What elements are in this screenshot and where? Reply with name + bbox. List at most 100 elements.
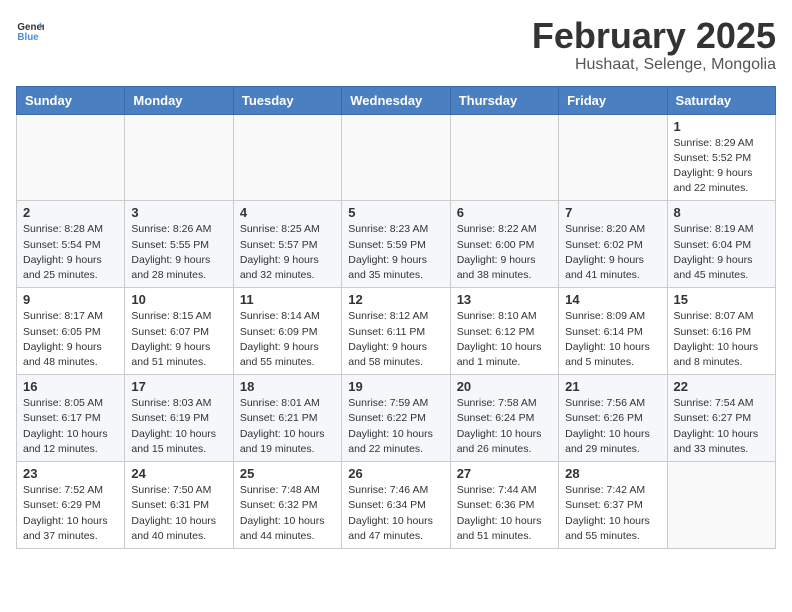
calendar-cell: 19Sunrise: 7:59 AM Sunset: 6:22 PM Dayli… <box>342 375 450 462</box>
day-info: Sunrise: 8:10 AM Sunset: 6:12 PM Dayligh… <box>457 309 552 370</box>
calendar-cell: 23Sunrise: 7:52 AM Sunset: 6:29 PM Dayli… <box>17 462 125 549</box>
day-info: Sunrise: 8:09 AM Sunset: 6:14 PM Dayligh… <box>565 309 660 370</box>
calendar-cell: 11 Sunrise: 8:14 AM Sunset: 6:09 PM Dayli… <box>233 288 341 375</box>
day-info: Sunrise: 8:03 AM Sunset: 6:19 PM Dayligh… <box>131 396 226 457</box>
calendar-cell: 20 Sunrise: 7:58 AM Sunset: 6:24 PM Dayli… <box>450 375 558 462</box>
calendar-cell: 25 Sunrise: 7:48 AM Sunset: 6:32 PM Dayli… <box>233 462 341 549</box>
calendar-cell: 18 Sunrise: 8:01 AM Sunset: 6:21 PM Dayli… <box>233 375 341 462</box>
day-info: Sunrise: 7:54 AM Sunset: 6:27 PM Dayligh… <box>674 396 769 457</box>
day-number: 14 <box>565 292 660 307</box>
calendar-cell: 27 Sunrise: 7:44 AM Sunset: 6:36 PM Dayli… <box>450 462 558 549</box>
calendar-cell: 15 Sunrise: 8:07 AM Sunset: 6:16 PM Dayli… <box>667 288 775 375</box>
calendar-cell <box>450 114 558 201</box>
day-info: Sunrise: 8:01 AM Sunset: 6:21 PM Dayligh… <box>240 396 335 457</box>
day-number: 6 <box>457 205 552 220</box>
day-number: 12 <box>348 292 443 307</box>
calendar-cell: 10 Sunrise: 8:15 AM Sunset: 6:07 PM Dayli… <box>125 288 233 375</box>
day-number: 27 <box>457 466 552 481</box>
calendar-cell: 12 Sunrise: 8:12 AM Sunset: 6:11 PM Dayli… <box>342 288 450 375</box>
calendar-cell: 3 Sunrise: 8:26 AM Sunset: 5:55 PM Daylig… <box>125 201 233 288</box>
day-info: Sunrise: 8:22 AM Sunset: 6:00 PM Dayligh… <box>457 222 552 283</box>
day-info: Sunrise: 8:20 AM Sunset: 6:02 PM Dayligh… <box>565 222 660 283</box>
day-info: Sunrise: 8:17 AM Sunset: 6:05 PM Dayligh… <box>23 309 118 370</box>
calendar-cell: 21 Sunrise: 7:56 AM Sunset: 6:26 PM Dayli… <box>559 375 667 462</box>
svg-text:Blue: Blue <box>17 32 39 43</box>
day-info: Sunrise: 8:23 AM Sunset: 5:59 PM Dayligh… <box>348 222 443 283</box>
day-number: 22 <box>674 379 769 394</box>
day-info: Sunrise: 8:05 AM Sunset: 6:17 PM Dayligh… <box>23 396 118 457</box>
calendar-week-row: 16Sunrise: 8:05 AM Sunset: 6:17 PM Dayli… <box>17 375 776 462</box>
day-info: Sunrise: 8:26 AM Sunset: 5:55 PM Dayligh… <box>131 222 226 283</box>
day-number: 11 <box>240 292 335 307</box>
logo-icon: General Blue <box>16 16 44 44</box>
calendar-cell: 13Sunrise: 8:10 AM Sunset: 6:12 PM Dayli… <box>450 288 558 375</box>
calendar-cell: 6 Sunrise: 8:22 AM Sunset: 6:00 PM Daylig… <box>450 201 558 288</box>
day-info: Sunrise: 8:07 AM Sunset: 6:16 PM Dayligh… <box>674 309 769 370</box>
calendar-cell: 2Sunrise: 8:28 AM Sunset: 5:54 PM Daylig… <box>17 201 125 288</box>
day-info: Sunrise: 8:19 AM Sunset: 6:04 PM Dayligh… <box>674 222 769 283</box>
day-number: 26 <box>348 466 443 481</box>
day-number: 18 <box>240 379 335 394</box>
calendar-week-row: 9Sunrise: 8:17 AM Sunset: 6:05 PM Daylig… <box>17 288 776 375</box>
calendar-cell: 28 Sunrise: 7:42 AM Sunset: 6:37 PM Dayli… <box>559 462 667 549</box>
day-number: 10 <box>131 292 226 307</box>
calendar-cell: 26 Sunrise: 7:46 AM Sunset: 6:34 PM Dayli… <box>342 462 450 549</box>
calendar-cell: 22 Sunrise: 7:54 AM Sunset: 6:27 PM Dayli… <box>667 375 775 462</box>
calendar-cell: 14 Sunrise: 8:09 AM Sunset: 6:14 PM Dayli… <box>559 288 667 375</box>
day-number: 5 <box>348 205 443 220</box>
page-header: General Blue February 2025 Hushaat, Sele… <box>16 16 776 74</box>
calendar-cell: 1 Sunrise: 8:29 AM Sunset: 5:52 PM Daylig… <box>667 114 775 201</box>
weekday-header: Thursday <box>450 86 558 114</box>
day-number: 23 <box>23 466 118 481</box>
day-info: Sunrise: 7:44 AM Sunset: 6:36 PM Dayligh… <box>457 483 552 544</box>
day-number: 7 <box>565 205 660 220</box>
day-info: Sunrise: 7:59 AM Sunset: 6:22 PM Dayligh… <box>348 396 443 457</box>
calendar-cell <box>233 114 341 201</box>
day-info: Sunrise: 8:14 AM Sunset: 6:09 PM Dayligh… <box>240 309 335 370</box>
weekday-header: Friday <box>559 86 667 114</box>
day-number: 4 <box>240 205 335 220</box>
day-info: Sunrise: 8:25 AM Sunset: 5:57 PM Dayligh… <box>240 222 335 283</box>
day-number: 25 <box>240 466 335 481</box>
logo: General Blue <box>16 16 44 44</box>
day-number: 8 <box>674 205 769 220</box>
calendar-week-row: 1 Sunrise: 8:29 AM Sunset: 5:52 PM Daylig… <box>17 114 776 201</box>
calendar-week-row: 23Sunrise: 7:52 AM Sunset: 6:29 PM Dayli… <box>17 462 776 549</box>
day-info: Sunrise: 7:46 AM Sunset: 6:34 PM Dayligh… <box>348 483 443 544</box>
calendar-cell: 8 Sunrise: 8:19 AM Sunset: 6:04 PM Daylig… <box>667 201 775 288</box>
title-area: February 2025 Hushaat, Selenge, Mongolia <box>532 16 776 74</box>
calendar-table: SundayMondayTuesdayWednesdayThursdayFrid… <box>16 86 776 549</box>
day-number: 15 <box>674 292 769 307</box>
location-subtitle: Hushaat, Selenge, Mongolia <box>532 56 776 74</box>
day-info: Sunrise: 8:28 AM Sunset: 5:54 PM Dayligh… <box>23 222 118 283</box>
day-number: 20 <box>457 379 552 394</box>
day-info: Sunrise: 7:56 AM Sunset: 6:26 PM Dayligh… <box>565 396 660 457</box>
month-title: February 2025 <box>532 16 776 56</box>
weekday-header: Monday <box>125 86 233 114</box>
day-info: Sunrise: 7:58 AM Sunset: 6:24 PM Dayligh… <box>457 396 552 457</box>
calendar-cell <box>559 114 667 201</box>
weekday-header: Sunday <box>17 86 125 114</box>
day-info: Sunrise: 8:29 AM Sunset: 5:52 PM Dayligh… <box>674 136 769 197</box>
calendar-cell: 9Sunrise: 8:17 AM Sunset: 6:05 PM Daylig… <box>17 288 125 375</box>
calendar-cell: 4 Sunrise: 8:25 AM Sunset: 5:57 PM Daylig… <box>233 201 341 288</box>
day-number: 17 <box>131 379 226 394</box>
day-number: 24 <box>131 466 226 481</box>
day-info: Sunrise: 7:42 AM Sunset: 6:37 PM Dayligh… <box>565 483 660 544</box>
calendar-cell <box>17 114 125 201</box>
day-number: 3 <box>131 205 226 220</box>
day-number: 28 <box>565 466 660 481</box>
calendar-cell <box>125 114 233 201</box>
calendar-cell: 7 Sunrise: 8:20 AM Sunset: 6:02 PM Daylig… <box>559 201 667 288</box>
calendar-cell <box>342 114 450 201</box>
weekday-header-row: SundayMondayTuesdayWednesdayThursdayFrid… <box>17 86 776 114</box>
calendar-cell: 16Sunrise: 8:05 AM Sunset: 6:17 PM Dayli… <box>17 375 125 462</box>
day-number: 1 <box>674 119 769 134</box>
day-number: 21 <box>565 379 660 394</box>
calendar-cell <box>667 462 775 549</box>
day-info: Sunrise: 8:15 AM Sunset: 6:07 PM Dayligh… <box>131 309 226 370</box>
day-info: Sunrise: 7:48 AM Sunset: 6:32 PM Dayligh… <box>240 483 335 544</box>
day-info: Sunrise: 8:12 AM Sunset: 6:11 PM Dayligh… <box>348 309 443 370</box>
calendar-cell: 17 Sunrise: 8:03 AM Sunset: 6:19 PM Dayli… <box>125 375 233 462</box>
calendar-cell: 5 Sunrise: 8:23 AM Sunset: 5:59 PM Daylig… <box>342 201 450 288</box>
